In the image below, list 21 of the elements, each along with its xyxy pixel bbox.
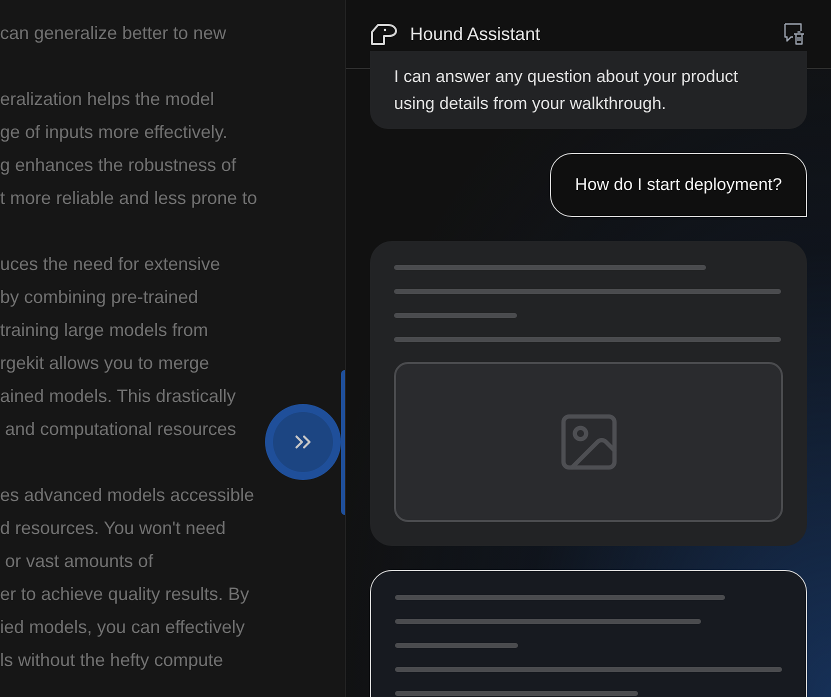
article-text-line: training large models from bbox=[0, 319, 208, 342]
assistant-title: Hound Assistant bbox=[410, 22, 540, 46]
article-text-line: eralization helps the model bbox=[0, 88, 214, 111]
article-text-line: ained models. This drastically bbox=[0, 385, 236, 408]
article-text-line: can generalize better to new bbox=[0, 22, 226, 45]
article-text-line: or vast amounts of bbox=[4, 550, 154, 573]
article-text-line: t more reliable and less prone to bbox=[0, 187, 258, 210]
assistant-message-text: I can answer any question about your product using details from your walkthrough. bbox=[394, 66, 739, 115]
article-text-line: ls without the hefty compute bbox=[0, 649, 224, 672]
user-message-text: How do I start deployment? bbox=[575, 175, 782, 194]
article-text-line: and computational resources bbox=[4, 418, 236, 441]
article-text-line: uces the need for extensive bbox=[0, 253, 220, 276]
article-text-line: by combining pre-trained bbox=[0, 286, 198, 309]
article-text-line: rgekit allows you to merge bbox=[0, 352, 210, 375]
dog-head-icon bbox=[370, 22, 398, 46]
article-text-line: g enhances the robustness of bbox=[0, 154, 236, 177]
article-text-line: d resources. You won't need bbox=[0, 517, 226, 540]
article-text-line: ied models, you can effectively bbox=[0, 616, 245, 639]
article-text-line: er to achieve quality results. By bbox=[0, 583, 250, 606]
article-text-line: es advanced models accessible bbox=[0, 484, 254, 507]
article-text-line: ge of inputs more effectively. bbox=[0, 121, 228, 144]
